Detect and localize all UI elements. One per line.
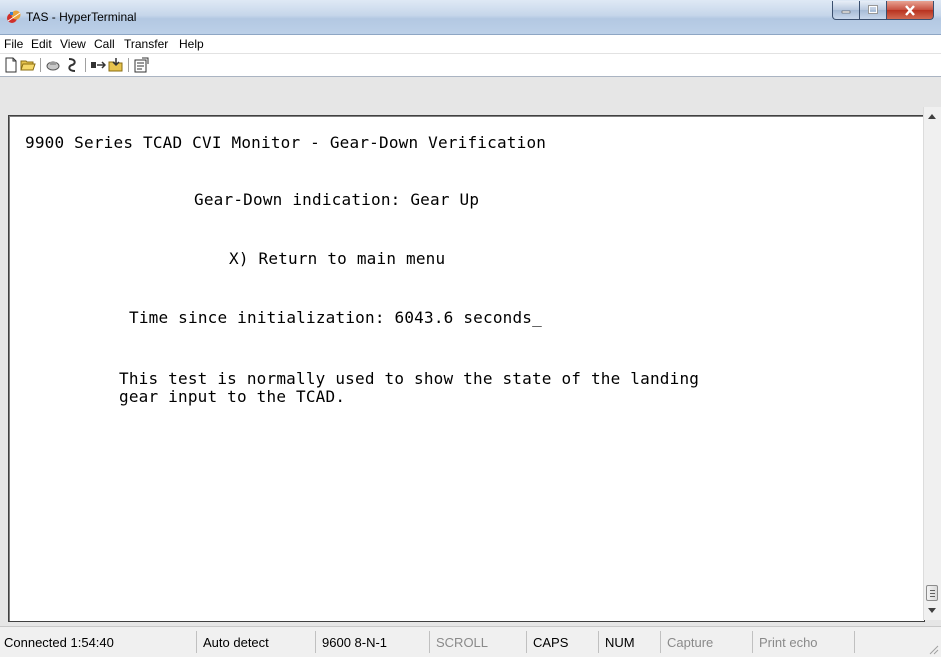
status-caps: CAPS [529, 631, 599, 653]
close-icon [905, 4, 915, 16]
status-capture: Capture [663, 631, 753, 653]
status-connected: Connected 1:54:40 [0, 631, 197, 653]
status-bar: Connected 1:54:40 Auto detect 9600 8-N-1… [0, 626, 941, 657]
status-settings: 9600 8-N-1 [318, 631, 430, 653]
status-scroll: SCROLL [432, 631, 527, 653]
menu-transfer[interactable]: Transfer [124, 37, 168, 51]
toolbar-separator [40, 58, 42, 72]
scroll-thumb[interactable] [926, 585, 938, 601]
vertical-scrollbar[interactable] [923, 107, 941, 620]
caption-buttons [832, 1, 934, 20]
hyperterminal-icon [7, 10, 21, 23]
minimize-icon [841, 10, 851, 14]
menu-help[interactable]: Help [179, 37, 204, 51]
status-print-echo: Print echo [755, 631, 855, 653]
terminal-area: 9900 Series TCAD CVI Monitor - Gear-Down… [0, 77, 941, 626]
resize-grip-icon[interactable] [927, 643, 939, 655]
receive-icon[interactable] [108, 57, 124, 73]
menu-bar: File Edit View Call Transfer Help [0, 35, 941, 54]
window-title: TAS - HyperTerminal [26, 10, 137, 24]
terminal-line: gear input to the TCAD. [119, 387, 346, 406]
menu-file[interactable]: File [4, 37, 23, 51]
toolbar-separator [85, 58, 87, 72]
terminal-line: 9900 Series TCAD CVI Monitor - Gear-Down… [25, 133, 547, 152]
maximize-button[interactable] [860, 1, 887, 20]
status-detect: Auto detect [199, 631, 316, 653]
status-num: NUM [601, 631, 661, 653]
menu-call[interactable]: Call [94, 37, 115, 51]
terminal-line: X) Return to main menu [229, 249, 446, 268]
open-icon[interactable] [20, 57, 36, 73]
toolbar-separator [128, 58, 130, 72]
disconnect-icon[interactable] [45, 57, 61, 73]
menu-view[interactable]: View [60, 37, 86, 51]
menu-edit[interactable]: Edit [31, 37, 52, 51]
maximize-icon [868, 5, 878, 14]
terminal-screen[interactable]: 9900 Series TCAD CVI Monitor - Gear-Down… [8, 115, 925, 622]
minimize-button[interactable] [832, 1, 860, 20]
terminal-line: Time since initialization: 6043.6 second… [129, 308, 542, 327]
new-icon[interactable] [3, 57, 19, 73]
title-bar[interactable]: TAS - HyperTerminal [0, 0, 941, 35]
send-icon[interactable] [90, 57, 106, 73]
grip-line [930, 596, 935, 597]
close-button[interactable] [887, 1, 934, 20]
terminal-line: Gear-Down indication: Gear Up [194, 190, 480, 209]
grip-line [930, 590, 935, 591]
terminal-line: This test is normally used to show the s… [119, 369, 700, 388]
hyperterminal-window: TAS - HyperTerminal File Edit View Call … [0, 0, 941, 657]
properties-icon[interactable] [133, 57, 149, 73]
toolbar [0, 54, 941, 77]
grip-line [930, 593, 935, 594]
scroll-down-arrow-icon[interactable] [928, 608, 936, 613]
scroll-up-arrow-icon[interactable] [928, 114, 936, 119]
connect-icon[interactable] [64, 57, 80, 73]
